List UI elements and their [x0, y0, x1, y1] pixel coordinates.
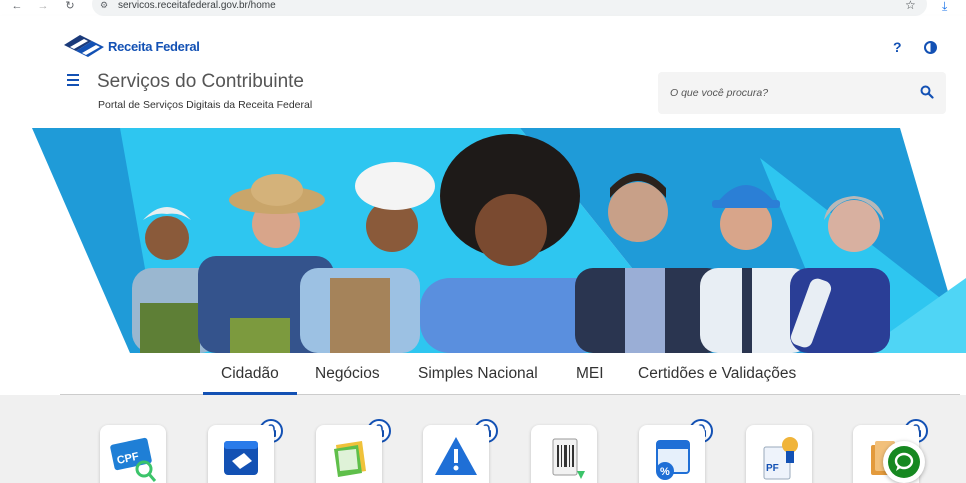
download-icon[interactable]: ⤓ — [942, 0, 947, 12]
hero-illustration — [0, 128, 966, 353]
tab-negocios[interactable]: Negócios — [315, 365, 380, 383]
site-settings-icon[interactable]: ⚙ — [100, 0, 110, 10]
contrast-icon[interactable] — [924, 41, 937, 54]
back-icon[interactable]: ← — [10, 0, 24, 14]
warning-icon — [435, 437, 477, 475]
service-card-documents[interactable] — [316, 425, 382, 483]
tab-mei[interactable]: MEI — [576, 365, 604, 383]
tab-simples-nacional[interactable]: Simples Nacional — [418, 365, 538, 383]
chat-button[interactable] — [883, 441, 925, 483]
service-cards: CPF % PF — [0, 395, 966, 483]
star-icon[interactable]: ☆ — [905, 0, 916, 11]
svg-text:%: % — [660, 466, 670, 478]
chat-bubble-icon — [888, 446, 920, 478]
service-card-alert[interactable] — [423, 425, 489, 483]
search-icon[interactable] — [920, 85, 934, 99]
pf-badge-icon: PF — [763, 437, 798, 480]
service-card-darf[interactable] — [531, 425, 597, 483]
service-card-cpf[interactable]: CPF — [100, 425, 166, 483]
hamburger-menu-icon[interactable] — [67, 74, 79, 89]
wallet-icon — [224, 441, 258, 475]
page-subtitle: Portal de Serviços Digitais da Receita F… — [98, 99, 313, 111]
category-tabs: Cidadão Negócios Simples Nacional MEI Ce… — [0, 353, 966, 395]
search-input[interactable] — [670, 84, 910, 102]
browser-toolbar: ← → ↻ ⚙ servicos.receitafederal.gov.br/h… — [0, 0, 966, 16]
hero-banner — [0, 128, 966, 353]
page-title: Serviços do Contribuinte — [97, 71, 304, 92]
service-card-wallet[interactable] — [208, 425, 274, 483]
svg-text:PF: PF — [766, 463, 779, 474]
logo-emblem-icon — [64, 35, 104, 57]
url-text[interactable]: servicos.receitafederal.gov.br/home — [118, 0, 276, 12]
reload-icon[interactable]: ↻ — [63, 0, 77, 14]
calendar-percent-icon: % — [656, 440, 690, 480]
help-icon[interactable]: ? — [893, 39, 902, 55]
site-header: Receita Federal ? Serviços do Contribuin… — [0, 16, 966, 128]
receita-federal-logo[interactable]: Receita Federal — [62, 32, 200, 60]
search-box — [658, 72, 946, 114]
darf-barcode-icon — [552, 438, 585, 479]
address-bar[interactable]: ⚙ servicos.receitafederal.gov.br/home ☆ — [92, 0, 927, 16]
logo-text: Receita Federal — [108, 38, 200, 54]
forward-icon[interactable]: → — [36, 0, 50, 14]
cpf-card-icon: CPF — [110, 437, 157, 482]
service-card-pf[interactable]: PF — [746, 425, 812, 483]
page: ← → ↻ ⚙ servicos.receitafederal.gov.br/h… — [0, 0, 966, 483]
tab-cidadao[interactable]: Cidadão — [221, 365, 279, 383]
document-stack-icon — [334, 441, 366, 477]
tab-certidoes-validacoes[interactable]: Certidões e Validações — [638, 365, 796, 383]
service-card-calendar[interactable]: % — [639, 425, 705, 483]
